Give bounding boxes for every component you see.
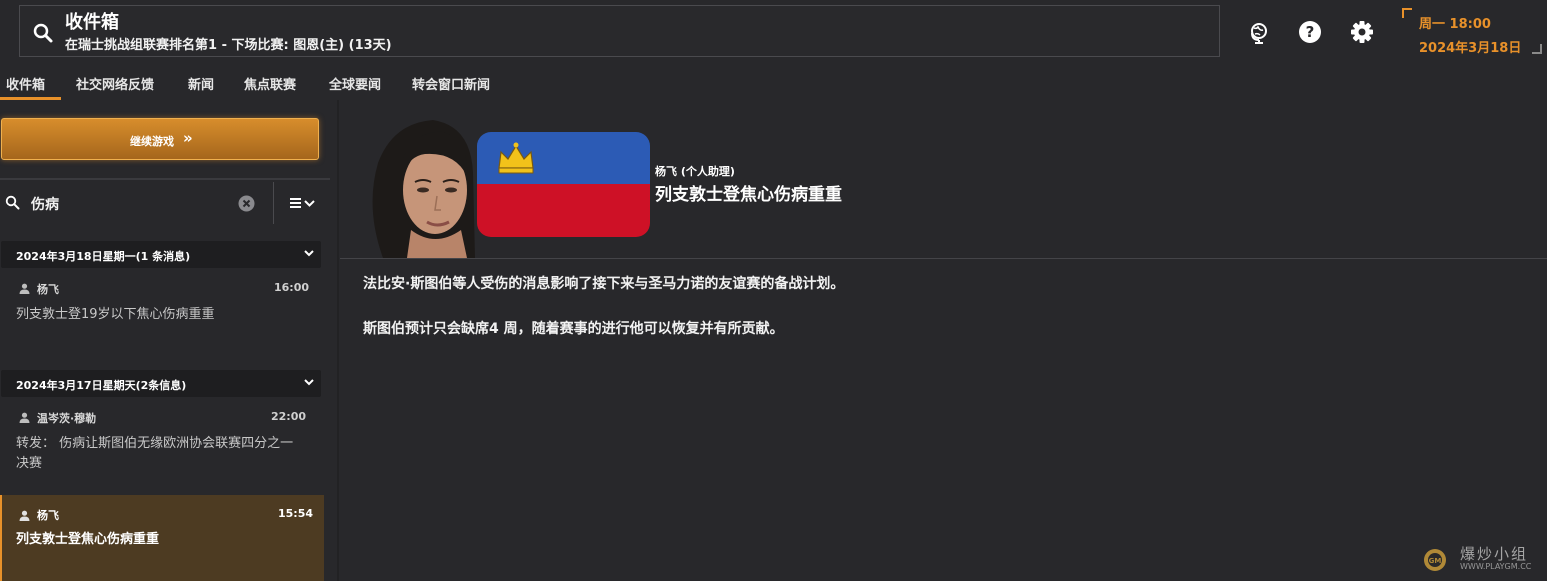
date-group-title: 2024年3月18日星期一(1 条消息)	[16, 250, 191, 263]
continue-label: 继续游戏	[130, 135, 174, 148]
search-icon[interactable]	[32, 22, 54, 44]
gear-icon[interactable]	[1349, 19, 1375, 45]
top-bar: 收件箱 在瑞士挑战组联赛排名第1 - 下场比赛: 图恩(主) (13天) ? 周…	[0, 0, 1547, 64]
divider	[340, 258, 1547, 259]
game-clock[interactable]: 周一 18:00 2024年3月18日	[1402, 8, 1542, 56]
tab-inbox[interactable]: 收件箱	[6, 74, 45, 93]
tab-news[interactable]: 新闻	[188, 74, 214, 93]
inbox-message[interactable]: 杨飞 16:00 列支敦士登19岁以下焦心伤病重重	[0, 274, 324, 354]
message-view: 杨飞 (个人助理) 列支敦士登焦心伤病重重 法比安·斯图伯等人受伤的消息影响了接…	[340, 100, 1547, 581]
tab-social-feedback[interactable]: 社交网络反馈	[76, 74, 154, 93]
svg-text:?: ?	[1306, 23, 1315, 41]
svg-text:GM: GM	[1429, 557, 1442, 565]
watermark: GM 爆炒小组 WWW.PLAYGM.CC	[1418, 543, 1542, 577]
clear-icon[interactable]	[238, 195, 255, 212]
inbox-sidebar: 继续游戏 » 伤病 2024年3月18日星期一(1 条消息) 杨飞 16:00 …	[0, 100, 330, 581]
continue-button[interactable]: 继续游戏 »	[1, 118, 319, 160]
filter-input[interactable]: 伤病	[31, 194, 59, 214]
message-time: 22:00	[271, 410, 307, 423]
page-title: 收件箱	[65, 12, 119, 33]
divider	[273, 182, 274, 224]
message-sender: 杨飞	[37, 283, 59, 296]
clock-date: 2024年3月18日	[1419, 41, 1522, 56]
message-time: 15:54	[278, 507, 314, 520]
message-time: 16:00	[274, 281, 310, 294]
person-icon	[19, 283, 30, 294]
person-icon	[19, 412, 30, 423]
globe-icon[interactable]	[1246, 19, 1272, 45]
chevron-down-icon	[304, 250, 314, 257]
tab-transfer-news[interactable]: 转会窗口新闻	[412, 74, 490, 93]
tab-focus-leagues[interactable]: 焦点联赛	[244, 74, 296, 93]
help-icon[interactable]: ?	[1297, 19, 1323, 45]
tab-world-news[interactable]: 全球要闻	[329, 74, 381, 93]
sort-menu-icon[interactable]	[289, 196, 317, 210]
inbox-message-selected[interactable]: 杨飞 15:54 列支敦士登焦心伤病重重	[0, 495, 324, 581]
message-sender: 温岑茨·穆勒	[37, 412, 97, 425]
message-subject: 转发： 伤病让斯图伯无缘欧洲协会联赛四分之一决赛	[16, 436, 294, 471]
clock-corner	[1402, 8, 1412, 18]
chevron-down-icon	[304, 379, 314, 386]
message-subject: 列支敦士登19岁以下焦心伤病重重	[16, 307, 215, 322]
watermark-url: WWW.PLAYGM.CC	[1460, 562, 1532, 571]
message-sender: 杨飞	[37, 509, 59, 522]
club-status-subtitle: 在瑞士挑战组联赛排名第1 - 下场比赛: 图恩(主) (13天)	[65, 38, 392, 53]
sender-role: 杨飞 (个人助理)	[655, 165, 735, 178]
person-icon	[19, 510, 30, 521]
date-group-header[interactable]: 2024年3月18日星期一(1 条消息)	[1, 241, 321, 268]
clock-corner	[1532, 44, 1542, 54]
watermark-text: 爆炒小组	[1460, 545, 1529, 563]
divider	[337, 100, 339, 581]
date-group-title: 2024年3月17日星期天(2条信息)	[16, 379, 187, 392]
search-icon	[5, 195, 20, 210]
sender-portrait	[363, 118, 477, 258]
liechtenstein-flag-icon	[477, 132, 650, 237]
message-paragraph: 法比安·斯图伯等人受伤的消息影响了接下来与圣马力诺的友谊赛的备战计划。	[363, 276, 845, 292]
message-subject: 列支敦士登焦心伤病重重	[16, 532, 160, 547]
chevron-right-icon: »	[183, 129, 193, 147]
message-paragraph: 斯图伯预计只会缺席4 周，随着赛事的进行他可以恢复并有所贡献。	[363, 321, 784, 337]
watermark-logo-icon: GM	[1424, 549, 1446, 571]
inbox-message[interactable]: 温岑茨·穆勒 22:00 转发： 伤病让斯图伯无缘欧洲协会联赛四分之一决赛	[0, 403, 324, 493]
clock-time: 周一 18:00	[1419, 17, 1491, 32]
inbox-filter: 伤病	[0, 180, 330, 226]
page-title-search-box[interactable]: 收件箱 在瑞士挑战组联赛排名第1 - 下场比赛: 图恩(主) (13天)	[19, 5, 1220, 57]
date-group-header[interactable]: 2024年3月17日星期天(2条信息)	[1, 370, 321, 397]
message-title: 列支敦士登焦心伤病重重	[655, 185, 842, 205]
